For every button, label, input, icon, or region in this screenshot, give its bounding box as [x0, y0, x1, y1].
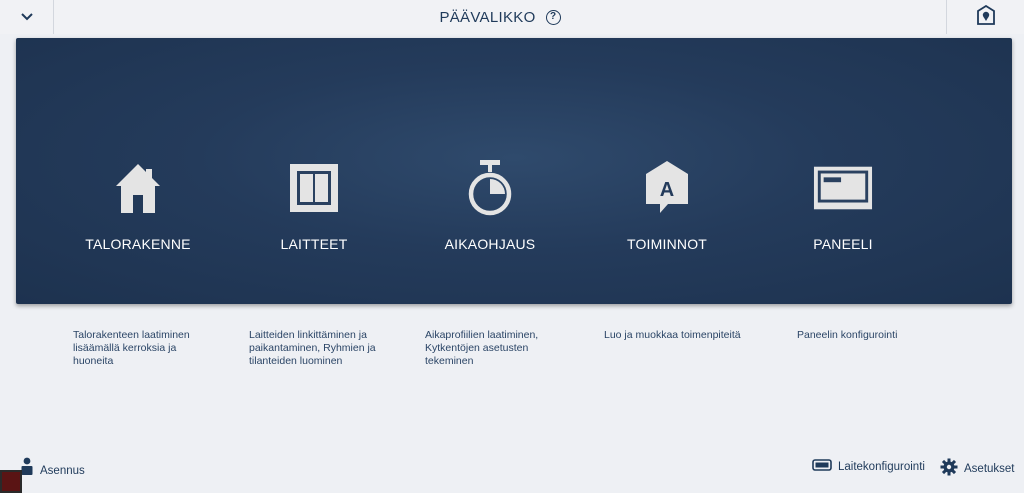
device-config-button[interactable]: Laitekonfigurointi	[812, 459, 925, 474]
action-letter: A	[659, 178, 675, 201]
user-mode-label: Asennus	[40, 464, 85, 477]
tile-laitteet[interactable]: LAITTEET	[239, 158, 389, 258]
status-indicator	[0, 470, 22, 493]
description-toiminnot: Luo ja muokkaa toimenpiteitä	[604, 329, 741, 341]
tile-talorakenne[interactable]: TALORAKENNE	[63, 158, 213, 258]
help-icon[interactable]: ?	[545, 9, 561, 25]
description-talorakenne: Talorakenteen laatiminen lisäämällä kerr…	[73, 329, 190, 367]
panel-icon	[813, 158, 873, 218]
main-menu-panel: TALORAKENNE LAITTEET AIKAOHJAUS A TOIMIN…	[16, 38, 1012, 304]
gear-icon	[940, 458, 958, 479]
tile-label: TOIMINNOT	[626, 236, 708, 252]
chevron-down-icon	[20, 8, 33, 26]
tile-label: AIKAOHJAUS	[444, 236, 536, 252]
device-config-label: Laitekonfigurointi	[838, 460, 925, 473]
user-icon	[20, 457, 34, 478]
user-mode-button[interactable]: Asennus	[20, 457, 85, 478]
top-bar: PÄÄVALIKKO ?	[0, 0, 1024, 34]
tile-paneeli[interactable]: PANEELI	[768, 158, 918, 258]
tile-label: TALORAKENNE	[85, 236, 191, 252]
tile-label: PANEELI	[813, 236, 873, 252]
description-aikaohjaus: Aikaprofiilien laatiminen, Kytkentöjen a…	[425, 329, 539, 367]
location-pin-icon	[976, 4, 996, 30]
title-area: PÄÄVALIKKO ?	[54, 0, 946, 34]
device-config-icon	[812, 459, 832, 474]
house-icon	[108, 158, 168, 218]
page-title: PÄÄVALIKKO	[439, 8, 536, 26]
stopwatch-icon	[460, 158, 520, 218]
tile-toiminnot[interactable]: A TOIMINNOT	[592, 158, 742, 258]
description-laitteet: Laitteiden linkittäminen ja paikantamine…	[249, 329, 376, 367]
settings-button[interactable]: Asetukset	[940, 458, 1015, 479]
location-button[interactable]	[946, 0, 1024, 34]
action-bubble-icon: A	[637, 158, 697, 218]
tile-label: LAITTEET	[280, 236, 348, 252]
collapse-button[interactable]	[0, 0, 54, 34]
description-paneeli: Paneelin konfigurointi	[797, 329, 898, 341]
device-icon	[284, 158, 344, 218]
settings-label: Asetukset	[964, 462, 1015, 475]
tile-aikaohjaus[interactable]: AIKAOHJAUS	[415, 158, 565, 258]
